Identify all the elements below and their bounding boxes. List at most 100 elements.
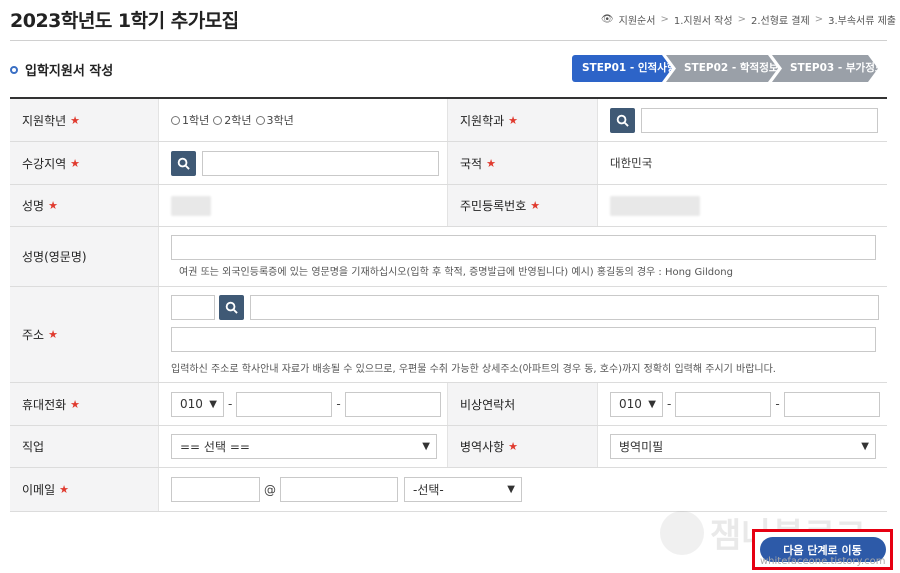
dash-separator: - [667,397,672,411]
department-search-button[interactable] [610,107,635,133]
address-main-input[interactable] [250,294,879,320]
name-redacted [171,195,211,216]
email-domain-input[interactable] [280,477,398,502]
form-row-region: 수강지역 ★ 국적 ★ 대한민국 [10,142,887,185]
region-search-button[interactable] [171,150,196,176]
eng-name-hint: 여권 또는 외국인등록증에 있는 영문명을 기재하십시오(입학 후 학적, 증명… [179,267,733,278]
zipcode-input[interactable] [171,294,215,320]
chevron-down-icon: ▼ [648,398,656,410]
grade-radio-3[interactable]: 3학년 [255,112,294,128]
name-label: 성명 ★ [10,185,159,226]
mobile-last-input[interactable] [344,391,441,417]
application-form: 지원학년 ★ 1학년 2학년 3학년 지원학과 ★ 수강지역 ★ 국적 ★ 대한… [10,97,887,512]
email-id-input[interactable] [171,477,260,502]
emergency-middle-input[interactable] [675,391,772,417]
department-input[interactable] [641,107,878,133]
breadcrumb-step-3: 3.부속서류 제출 [828,16,896,27]
emergency-prefix-select[interactable]: 010 ▼ [610,391,663,417]
mobile-middle-input[interactable] [236,391,333,417]
grade-radio-2[interactable]: 2학년 [213,112,252,128]
address-value: 입력하신 주소로 학사안내 자료가 배송될 수 있으므로, 우편물 수취 가능한… [159,287,887,382]
form-row-email: 이메일 ★ @ -선택- ▼ [10,468,887,512]
chevron-right-icon: > [814,14,824,25]
rrn-label: 주민등록번호 ★ [448,185,598,226]
email-value: @ -선택- ▼ [159,468,887,511]
required-mark-icon: ★ [70,156,81,170]
department-label: 지원학과 ★ [448,99,598,141]
grade-radio-group: 1학년 2학년 3학년 [171,112,294,128]
name-value [159,185,448,226]
radio-icon[interactable] [255,115,265,125]
watermark-face-icon [660,510,704,555]
email-at-sign: @ [264,482,276,497]
grade-label: 지원학년 ★ [10,99,159,141]
dash-separator: - [775,397,780,411]
grade-radio-1[interactable]: 1학년 [171,112,209,128]
address-search-button[interactable] [219,294,244,320]
mobile-prefix-select[interactable]: 010 ▼ [171,391,224,417]
required-mark-icon: ★ [70,113,81,127]
rrn-redacted [610,195,700,216]
chevron-down-icon: ▼ [861,441,869,452]
search-icon [616,114,629,127]
search-icon [177,157,190,170]
emergency-value: 010 ▼ - - [598,383,887,425]
dash-separator: - [336,397,341,411]
grade-value: 1학년 2학년 3학년 [159,99,448,141]
required-mark-icon: ★ [70,397,81,411]
step-3: STEP03 - 부가정보 [772,55,878,82]
step-2: STEP02 - 학적정보 [666,55,778,82]
mobile-label: 휴대전화 ★ [10,383,159,425]
chevron-down-icon: ▼ [209,398,217,410]
required-mark-icon: ★ [508,440,519,453]
region-label: 수강지역 ★ [10,142,159,184]
radio-icon[interactable] [213,115,223,125]
job-select[interactable]: == 선택 == ▼ [171,434,437,459]
watermark-url: whitefaceone.tistory.com [760,556,886,567]
required-mark-icon: ★ [508,113,519,127]
breadcrumb: 👁 지원순서 > 1.지원서 작성 > 2.선형료 결제 > 3.부속서류 제출 [601,12,896,27]
eng-name-label: 성명(영문명) [10,227,159,286]
address-label: 주소 ★ [10,287,159,382]
nationality-value: 대한민국 [610,156,653,170]
region-value [159,142,448,184]
step-1: STEP01 - 인적사항 [572,55,672,82]
email-domain-select[interactable]: -선택- ▼ [404,477,522,502]
address-hint: 입력하신 주소로 학사안내 자료가 배송될 수 있으므로, 우편물 수취 가능한… [171,363,776,375]
section-header: 입학지원서 작성 [10,60,113,79]
breadcrumb-step-1: 1.지원서 작성 [673,16,733,27]
breadcrumb-step-2: 2.선형료 결제 [750,16,810,27]
address-zip-line [171,294,879,320]
form-row-name: 성명 ★ 주민등록번호 ★ [10,185,887,227]
nationality-label: 국적 ★ [448,142,598,184]
military-select[interactable]: 병역미필 ▼ [610,434,876,459]
title-divider [10,40,887,41]
breadcrumb-prefix: 지원순서 [618,16,656,27]
search-icon [225,301,238,314]
address-detail-input[interactable] [171,326,876,352]
emergency-last-input[interactable] [783,391,880,417]
section-title: 입학지원서 작성 [25,64,114,79]
email-label: 이메일 ★ [10,468,159,511]
eng-name-value: 여권 또는 외국인등록증에 있는 영문명을 기재하십시오(입학 후 학적, 증명… [159,227,887,286]
military-value: 병역미필 ▼ [598,426,887,467]
page-title: 2023학년도 1학기 추가모집 [10,10,239,32]
chevron-right-icon: > [660,14,669,25]
eng-name-input[interactable] [171,235,876,260]
required-mark-icon: ★ [530,199,541,212]
mobile-value: 010 ▼ - - [159,383,448,425]
steps-eye-icon: 👁 [600,14,614,25]
department-value [598,99,887,141]
form-row-address: 주소 ★ 입력하신 주소로 학사안내 자료가 배송될 수 있으므로, 우편물 수취… [10,287,887,383]
region-input[interactable] [202,150,439,176]
required-mark-icon: ★ [486,156,496,170]
bullet-ring-icon [10,65,18,74]
chevron-down-icon: ▼ [422,441,430,452]
required-mark-icon: ★ [48,199,58,212]
required-mark-icon: ★ [59,483,69,496]
form-row-eng-name: 성명(영문명) 여권 또는 외국인등록증에 있는 영문명을 기재하십시오(입학 … [10,227,887,287]
chevron-down-icon: ▼ [507,484,515,495]
form-row-grade: 지원학년 ★ 1학년 2학년 3학년 지원학과 ★ [10,99,887,142]
radio-icon[interactable] [171,115,180,125]
military-label: 병역사항 ★ [448,426,598,467]
